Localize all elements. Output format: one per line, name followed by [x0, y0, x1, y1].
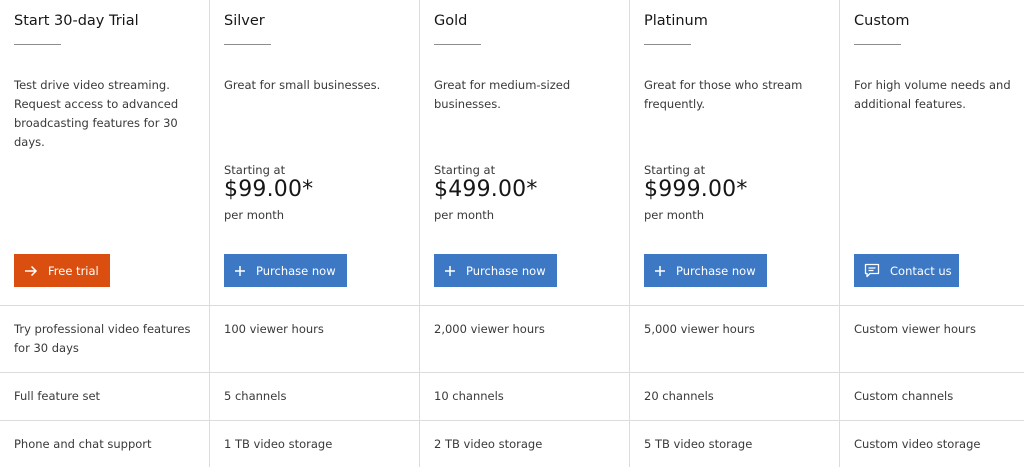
feature-text: Custom channels — [854, 389, 954, 403]
feature-cell: 20 channels — [630, 373, 840, 421]
feature-cell: 5 TB video storage — [630, 421, 840, 467]
plan-title: Gold — [434, 13, 468, 29]
feature-text: Custom viewer hours — [854, 322, 976, 336]
plan-card-platinum: Platinum Great for those who stream freq… — [630, 0, 840, 306]
feature-cell: 5 channels — [210, 373, 420, 421]
plan-card-trial: Start 30-day Trial Test drive video stre… — [0, 0, 210, 306]
purchase-now-button[interactable]: Purchase now — [644, 254, 767, 287]
feature-text: 2,000 viewer hours — [434, 322, 545, 336]
title-divider — [14, 44, 61, 45]
title-divider — [854, 44, 901, 45]
plan-price: $499.00* — [434, 177, 538, 202]
button-label: Free trial — [48, 263, 99, 278]
feature-cell: Full feature set — [0, 373, 210, 421]
contact-us-button[interactable]: Contact us — [854, 254, 959, 287]
feature-cell: Custom video storage — [840, 421, 1024, 467]
feature-text: 5 TB video storage — [644, 437, 753, 451]
plus-icon — [234, 263, 246, 279]
feature-text: Full feature set — [14, 389, 101, 403]
feature-cell: 2 TB video storage — [420, 421, 630, 467]
plan-title: Silver — [224, 13, 265, 29]
button-label: Purchase now — [256, 263, 336, 278]
feature-cell: Custom viewer hours — [840, 306, 1024, 373]
plan-title: Platinum — [644, 13, 708, 29]
starting-at-label: Starting at — [224, 163, 286, 177]
starting-at-label: Starting at — [434, 163, 496, 177]
free-trial-button[interactable]: Free trial — [14, 254, 110, 287]
feature-text: 100 viewer hours — [224, 322, 324, 336]
feature-cell: 5,000 viewer hours — [630, 306, 840, 373]
plan-card-custom: Custom For high volume needs and additio… — [840, 0, 1024, 306]
feature-text: Phone and chat support — [14, 437, 152, 451]
feature-cell: 100 viewer hours — [210, 306, 420, 373]
price-period: per month — [644, 208, 705, 222]
plan-title: Start 30-day Trial — [14, 13, 139, 29]
feature-text: 5 channels — [224, 389, 287, 403]
chat-icon — [864, 263, 880, 279]
price-period: per month — [434, 208, 495, 222]
plan-title: Custom — [854, 13, 910, 29]
starting-at-label: Starting at — [644, 163, 706, 177]
arrow-right-icon — [24, 263, 38, 279]
feature-cell: 1 TB video storage — [210, 421, 420, 467]
plan-price: $99.00* — [224, 177, 314, 202]
feature-text: 1 TB video storage — [224, 437, 333, 451]
title-divider — [434, 44, 481, 45]
button-label: Purchase now — [466, 263, 546, 278]
title-divider — [644, 44, 691, 45]
purchase-now-button[interactable]: Purchase now — [224, 254, 347, 287]
feature-text: Try professional video features for 30 d… — [14, 322, 191, 355]
feature-text: Custom video storage — [854, 437, 981, 451]
feature-cell: 10 channels — [420, 373, 630, 421]
feature-cell: Custom channels — [840, 373, 1024, 421]
plus-icon — [444, 263, 456, 279]
feature-text: 20 channels — [644, 389, 714, 403]
feature-text: 2 TB video storage — [434, 437, 543, 451]
purchase-now-button[interactable]: Purchase now — [434, 254, 557, 287]
feature-cell: Phone and chat support — [0, 421, 210, 467]
plan-description: Great for medium-sized businesses. — [434, 78, 571, 111]
feature-cell: Try professional video features for 30 d… — [0, 306, 210, 373]
plan-card-gold: Gold Great for medium-sized businesses. … — [420, 0, 630, 306]
button-label: Purchase now — [676, 263, 756, 278]
plan-description: Great for small businesses. — [224, 78, 381, 92]
feature-text: 10 channels — [434, 389, 504, 403]
plan-description: Great for those who stream frequently. — [644, 78, 803, 111]
feature-cell: 2,000 viewer hours — [420, 306, 630, 373]
pricing-table: Start 30-day Trial Test drive video stre… — [0, 0, 1024, 467]
button-label: Contact us — [890, 263, 952, 278]
plan-description: Test drive video streaming. Request acce… — [14, 78, 179, 149]
title-divider — [224, 44, 271, 45]
plan-price: $999.00* — [644, 177, 748, 202]
feature-text: 5,000 viewer hours — [644, 322, 755, 336]
price-period: per month — [224, 208, 285, 222]
plan-description: For high volume needs and additional fea… — [854, 78, 1011, 111]
plus-icon — [654, 263, 666, 279]
plan-card-silver: Silver Great for small businesses. Start… — [210, 0, 420, 306]
